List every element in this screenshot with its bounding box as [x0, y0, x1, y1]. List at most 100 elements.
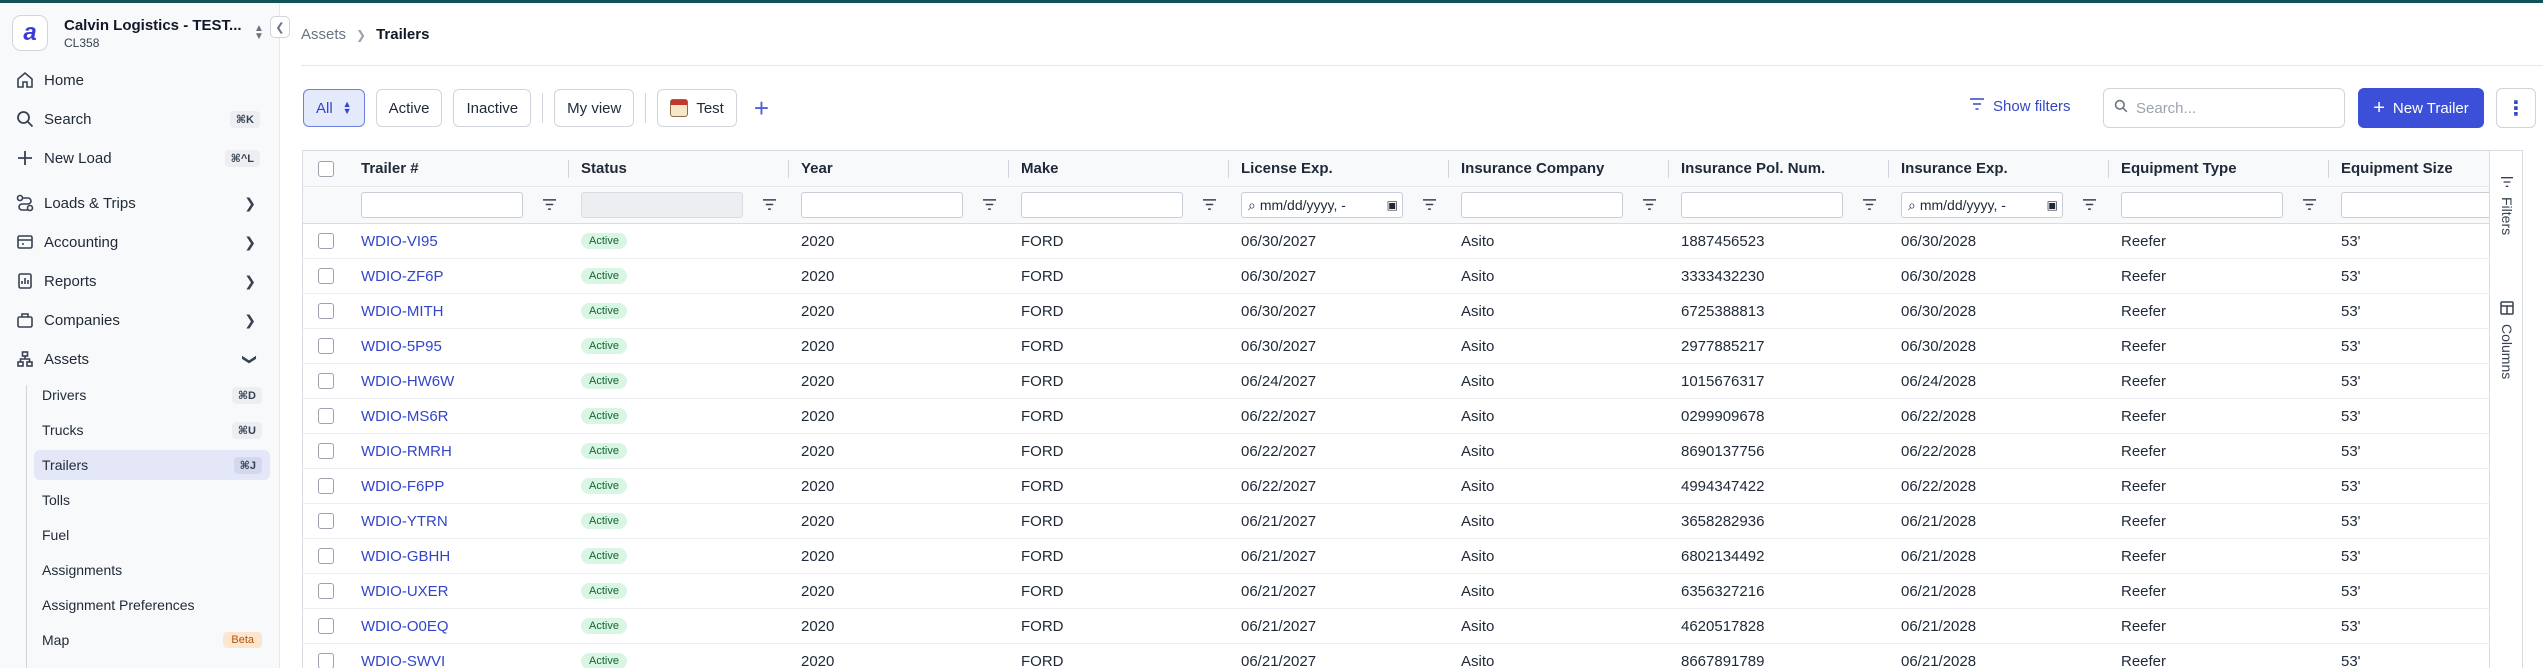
- row-checkbox[interactable]: [318, 303, 334, 319]
- nav-search[interactable]: Search ⌘K: [6, 102, 268, 136]
- table-row[interactable]: WDIO-VI95 Active 2020 FORD 06/30/2027 Asito 18…: [303, 224, 2489, 259]
- row-checkbox[interactable]: [318, 233, 334, 249]
- filter-menu-icon[interactable]: [1642, 198, 1657, 215]
- filter-input[interactable]: [1461, 192, 1623, 218]
- sidebar-item-map[interactable]: Map Beta: [34, 625, 270, 655]
- select-all-checkbox[interactable]: [318, 160, 334, 177]
- saved-view-test-button[interactable]: Test: [657, 89, 737, 127]
- trailer-link[interactable]: WDIO-SWVI: [361, 653, 445, 668]
- nav-home[interactable]: Home: [6, 63, 268, 97]
- org-switcher[interactable]: a Calvin Logistics - TEST... CL358 ▲ ▼: [12, 13, 268, 53]
- table-row[interactable]: WDIO-ZF6P Active 2020 FORD 06/30/2027 Asito 33…: [303, 259, 2489, 294]
- trailer-link[interactable]: WDIO-UXER: [361, 583, 449, 600]
- trailer-link[interactable]: WDIO-YTRN: [361, 513, 448, 530]
- table-row[interactable]: WDIO-RMRH Active 2020 FORD 06/22/2027 Asito 86…: [303, 434, 2489, 469]
- row-checkbox[interactable]: [318, 513, 334, 529]
- trailer-link[interactable]: WDIO-VI95: [361, 233, 438, 250]
- column-header-make[interactable]: Make: [1009, 151, 1229, 186]
- filter-menu-icon[interactable]: [2082, 198, 2097, 215]
- view-inactive-button[interactable]: Inactive: [453, 89, 532, 127]
- column-header-status[interactable]: Status: [569, 151, 789, 186]
- new-trailer-button[interactable]: + New Trailer: [2358, 88, 2484, 128]
- filter-input[interactable]: [361, 192, 523, 218]
- row-checkbox[interactable]: [318, 443, 334, 459]
- cell-trailer-number[interactable]: WDIO-MS6R: [349, 399, 569, 433]
- row-checkbox[interactable]: [318, 583, 334, 599]
- trailer-link[interactable]: WDIO-GBHH: [361, 548, 450, 565]
- filter-menu-icon[interactable]: [762, 198, 777, 215]
- nav-new-load[interactable]: New Load ⌘^L: [6, 141, 268, 175]
- row-checkbox[interactable]: [318, 338, 334, 354]
- my-view-button[interactable]: My view: [554, 89, 635, 127]
- filter-input[interactable]: [2341, 192, 2489, 218]
- trailer-link[interactable]: WDIO-RMRH: [361, 443, 452, 460]
- filter-menu-icon[interactable]: [542, 198, 557, 215]
- row-checkbox[interactable]: [318, 618, 334, 634]
- sidebar-item-trucks[interactable]: Trucks ⌘U: [34, 415, 270, 445]
- calendar-icon[interactable]: ▣: [2047, 198, 2058, 212]
- column-header-insurance-company[interactable]: Insurance Company: [1449, 151, 1669, 186]
- column-header-equipment-size[interactable]: Equipment Size: [2329, 151, 2489, 186]
- filter-input[interactable]: [2121, 192, 2283, 218]
- row-checkbox[interactable]: [318, 653, 334, 668]
- table-row[interactable]: WDIO-SWVI Active 2020 FORD 06/21/2027 Asito 86…: [303, 644, 2489, 668]
- date-filter-input[interactable]: ⌕ mm/dd/yyyy, - ▣: [1241, 192, 1403, 218]
- columns-panel-tab[interactable]: Columns: [2490, 301, 2522, 379]
- collapse-sidebar-button[interactable]: ❮: [270, 16, 290, 38]
- filter-input[interactable]: [801, 192, 963, 218]
- table-row[interactable]: WDIO-F6PP Active 2020 FORD 06/22/2027 Asito 49…: [303, 469, 2489, 504]
- cell-trailer-number[interactable]: WDIO-ZF6P: [349, 259, 569, 293]
- row-checkbox[interactable]: [318, 268, 334, 284]
- cell-trailer-number[interactable]: WDIO-F6PP: [349, 469, 569, 503]
- column-header-year[interactable]: Year: [789, 151, 1009, 186]
- date-filter-input[interactable]: ⌕ mm/dd/yyyy, - ▣: [1901, 192, 2063, 218]
- sidebar-item-drivers[interactable]: Drivers ⌘D: [34, 380, 270, 410]
- filter-menu-icon[interactable]: [1422, 198, 1437, 215]
- sidebar-item-trailers[interactable]: Trailers ⌘J: [34, 450, 270, 480]
- row-checkbox[interactable]: [318, 373, 334, 389]
- filter-menu-icon[interactable]: [982, 198, 997, 215]
- nav-loads-trips[interactable]: Loads & Trips ❯: [6, 186, 268, 220]
- trailer-link[interactable]: WDIO-MS6R: [361, 408, 449, 425]
- cell-trailer-number[interactable]: WDIO-UXER: [349, 574, 569, 608]
- filter-menu-icon[interactable]: [2302, 198, 2317, 215]
- cell-trailer-number[interactable]: WDIO-GBHH: [349, 539, 569, 573]
- add-view-button[interactable]: +: [754, 93, 769, 124]
- cell-trailer-number[interactable]: WDIO-O0EQ: [349, 609, 569, 643]
- search-input[interactable]: [2136, 99, 2326, 117]
- table-row[interactable]: WDIO-5P95 Active 2020 FORD 06/30/2027 Asito 29…: [303, 329, 2489, 364]
- filter-menu-icon[interactable]: [1862, 198, 1877, 215]
- cell-trailer-number[interactable]: WDIO-VI95: [349, 224, 569, 258]
- column-header-insurance-pol-num[interactable]: Insurance Pol. Num.: [1669, 151, 1889, 186]
- sidebar-item-tolls[interactable]: Tolls: [34, 485, 270, 515]
- nav-reports[interactable]: Reports ❯: [6, 264, 268, 298]
- nav-assets[interactable]: Assets ❯: [6, 342, 268, 376]
- trailer-link[interactable]: WDIO-F6PP: [361, 478, 444, 495]
- row-checkbox[interactable]: [318, 408, 334, 424]
- cell-trailer-number[interactable]: WDIO-YTRN: [349, 504, 569, 538]
- filter-menu-icon[interactable]: [1202, 198, 1217, 215]
- column-header-insurance-exp[interactable]: Insurance Exp.: [1889, 151, 2109, 186]
- breadcrumb-assets[interactable]: Assets: [301, 26, 346, 43]
- trailer-link[interactable]: WDIO-MITH: [361, 303, 443, 320]
- sidebar-item-fuel[interactable]: Fuel: [34, 520, 270, 550]
- row-checkbox[interactable]: [318, 478, 334, 494]
- table-row[interactable]: WDIO-O0EQ Active 2020 FORD 06/21/2027 Asito 46…: [303, 609, 2489, 644]
- filters-panel-tab[interactable]: Filters: [2490, 175, 2522, 235]
- column-header-license-exp[interactable]: License Exp.: [1229, 151, 1449, 186]
- trailer-link[interactable]: WDIO-O0EQ: [361, 618, 449, 635]
- trailer-link[interactable]: WDIO-5P95: [361, 338, 442, 355]
- sidebar-item-assignment-preferences[interactable]: Assignment Preferences: [34, 590, 270, 620]
- view-active-button[interactable]: Active: [375, 89, 443, 127]
- table-row[interactable]: WDIO-MITH Active 2020 FORD 06/30/2027 Asito 67…: [303, 294, 2489, 329]
- column-header-equipment-type[interactable]: Equipment Type: [2109, 151, 2329, 186]
- table-row[interactable]: WDIO-HW6W Active 2020 FORD 06/24/2027 Asito 10…: [303, 364, 2489, 399]
- cell-trailer-number[interactable]: WDIO-SWVI: [349, 644, 569, 668]
- view-all-button[interactable]: All ▲ ▼: [303, 89, 365, 127]
- nav-accounting[interactable]: Accounting ❯: [6, 225, 268, 259]
- sidebar-item-assignments[interactable]: Assignments: [34, 555, 270, 585]
- table-row[interactable]: WDIO-MS6R Active 2020 FORD 06/22/2027 Asito 02…: [303, 399, 2489, 434]
- nav-companies[interactable]: Companies ❯: [6, 303, 268, 337]
- filter-input[interactable]: [1681, 192, 1843, 218]
- filter-input[interactable]: [1021, 192, 1183, 218]
